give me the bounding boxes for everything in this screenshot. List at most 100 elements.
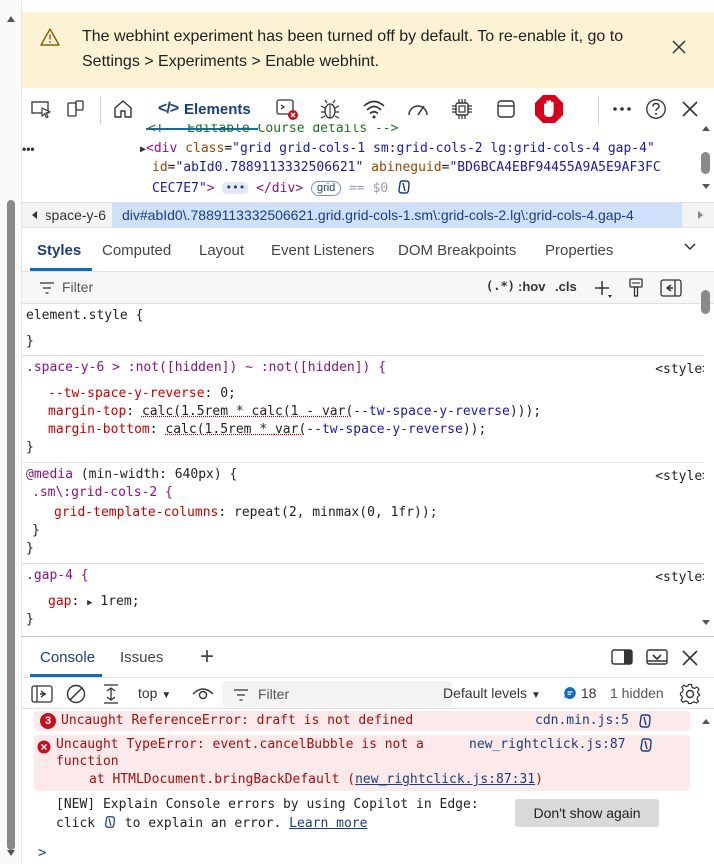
info-banner: The webhint experiment has been turned o… bbox=[22, 12, 714, 88]
log-levels-dropdown[interactable]: Default levels ▼ bbox=[443, 685, 541, 701]
expand-triangle-icon[interactable]: ▶ bbox=[87, 598, 92, 608]
declaration[interactable]: grid-template-columns: repeat(2, minmax(… bbox=[54, 505, 438, 520]
error-source-link[interactable]: cdn.min.js:5 bbox=[535, 713, 629, 728]
console-error-message[interactable]: Uncaught TypeError: event.cancelBubble i… bbox=[34, 735, 690, 791]
breadcrumb-right-arrow[interactable] bbox=[698, 211, 703, 219]
gear-icon[interactable] bbox=[679, 683, 701, 705]
rule-source-link[interactable]: <style> bbox=[655, 469, 704, 484]
dom-node-line-1[interactable]: ▶<div class="grid grid-cols-1 sm:grid-co… bbox=[140, 141, 655, 156]
console-prompt[interactable]: > bbox=[38, 845, 46, 861]
stack-trace-link[interactable]: new_rightclick.js:87:31 bbox=[355, 772, 535, 787]
wifi-icon[interactable] bbox=[361, 96, 387, 122]
inspect-icon[interactable] bbox=[28, 96, 54, 122]
dropdown-arrow-icon: ▼ bbox=[531, 690, 541, 701]
close-icon[interactable] bbox=[670, 38, 688, 56]
dom-scrollbar[interactable] bbox=[700, 126, 712, 196]
console-error-message[interactable]: 3 Uncaught ReferenceError: draft is not … bbox=[34, 711, 690, 731]
tab-dom-breakpoints[interactable]: DOM Breakpoints bbox=[398, 242, 516, 259]
dom-node-line-2[interactable]: id="abId0.7889113332506621" abineguid="B… bbox=[152, 160, 661, 175]
scroll-down-arrow[interactable] bbox=[7, 850, 15, 856]
breadcrumb-item-current[interactable]: div#abId0\.7889113332506621.grid.grid-co… bbox=[112, 203, 682, 227]
stack-trace: at HTMLDocument.bringBackDefault (new_ri… bbox=[89, 772, 543, 787]
close-drawer-icon[interactable] bbox=[681, 649, 699, 667]
application-icon[interactable] bbox=[493, 96, 519, 122]
scroll-up-arrow[interactable] bbox=[7, 16, 15, 22]
tab-layout[interactable]: Layout bbox=[199, 242, 244, 259]
collapsed-children[interactable]: ••• bbox=[222, 182, 248, 194]
clear-console-icon[interactable] bbox=[66, 684, 86, 704]
dom-tree[interactable]: <!-- Editable Course details --> ••• ▶<d… bbox=[22, 124, 714, 202]
banner-message: The webhint experiment has been turned o… bbox=[82, 24, 652, 74]
styles-filter-input[interactable]: Filter bbox=[62, 279, 93, 295]
console-sidebar-icon[interactable] bbox=[31, 685, 53, 703]
dont-show-again-button[interactable]: Don't show again bbox=[515, 799, 659, 827]
performance-icon[interactable] bbox=[405, 96, 431, 122]
copilot-icon[interactable] bbox=[396, 179, 412, 195]
dom-node-menu[interactable]: ••• bbox=[22, 142, 35, 156]
console-toolbar: top ▼ Filter Default levels ▼ 18 1 hidde… bbox=[22, 677, 714, 709]
breadcrumb-item-parent[interactable]: div.space-y-6 bbox=[46, 207, 106, 223]
tab-console[interactable]: Console bbox=[40, 649, 95, 666]
console-filter-input[interactable]: Filter bbox=[222, 681, 452, 707]
bug-icon[interactable] bbox=[317, 96, 343, 122]
tab-event-listeners[interactable]: Event Listeners bbox=[271, 242, 374, 259]
minimize-drawer-icon[interactable] bbox=[646, 649, 668, 665]
copilot-icon bbox=[103, 815, 117, 829]
rule-space-y-6: .space-y-6 > :not([hidden]) ~ :not([hidd… bbox=[22, 356, 704, 463]
console-error-icon[interactable] bbox=[274, 96, 300, 122]
memory-chip-icon[interactable] bbox=[449, 96, 475, 122]
rule-selector[interactable]: .gap-4 { bbox=[26, 568, 89, 583]
warning-icon bbox=[40, 28, 60, 46]
hov-toggle[interactable]: :hov bbox=[518, 279, 545, 294]
rule-element-style: element.style { } bbox=[22, 304, 704, 356]
new-rule-icon[interactable] bbox=[592, 278, 614, 300]
tab-issues[interactable]: Issues bbox=[120, 649, 163, 666]
issues-counter[interactable]: 18 bbox=[563, 685, 596, 701]
stop-hand-icon[interactable] bbox=[534, 94, 564, 124]
declaration[interactable]: margin-bottom: calc(1.5rem * var(--tw-sp… bbox=[48, 422, 486, 437]
breadcrumb: div.space-y-6 div#abId0\.788911333250662… bbox=[22, 202, 714, 228]
close-devtools-icon[interactable] bbox=[677, 96, 703, 122]
help-icon[interactable] bbox=[643, 96, 669, 122]
copilot-explain-icon[interactable] bbox=[637, 713, 653, 729]
styles-rules: element.style { } .space-y-6 > :not([hid… bbox=[22, 304, 704, 634]
device-emulation-icon[interactable] bbox=[62, 96, 88, 122]
message-icon bbox=[563, 686, 577, 700]
toggle-sidebar-icon[interactable] bbox=[660, 279, 682, 297]
page-scrollbar[interactable] bbox=[0, 0, 22, 864]
dom-node-line-3[interactable]: CEC7E7"> ••• </div> grid == $0 bbox=[152, 179, 412, 196]
dock-side-icon[interactable] bbox=[611, 649, 633, 665]
chevron-down-icon[interactable] bbox=[683, 242, 697, 252]
declaration[interactable]: gap: ▶ 1rem; bbox=[48, 594, 140, 609]
learn-more-link[interactable]: Learn more bbox=[289, 816, 367, 831]
console-drawer: Console Issues + top ▼ Filter Default le… bbox=[22, 636, 714, 864]
rule-selector[interactable]: .space-y-6 > :not([hidden]) ~ :not([hidd… bbox=[26, 360, 386, 375]
live-expression-eye-icon[interactable] bbox=[192, 687, 214, 701]
rule-gap-4: .gap-4 { <style> gap: ▶ 1rem; } bbox=[22, 564, 704, 634]
more-icon[interactable] bbox=[609, 96, 635, 122]
rule-source-link[interactable]: <style> bbox=[655, 570, 704, 585]
console-scrollbar[interactable] bbox=[700, 715, 712, 864]
grid-badge[interactable]: grid bbox=[311, 181, 341, 196]
tab-styles[interactable]: Styles bbox=[37, 242, 81, 259]
rule-source-link[interactable]: <style> bbox=[655, 362, 704, 377]
home-icon[interactable] bbox=[110, 96, 136, 122]
regex-toggle[interactable]: (.*) bbox=[486, 279, 515, 293]
copilot-explain-icon[interactable] bbox=[638, 737, 654, 753]
styles-scrollbar[interactable] bbox=[700, 290, 712, 630]
declaration[interactable]: --tw-space-y-reverse: 0; bbox=[48, 386, 236, 401]
tab-properties[interactable]: Properties bbox=[545, 242, 613, 259]
error-text-continued: function bbox=[56, 754, 119, 769]
cls-toggle[interactable]: .cls bbox=[555, 279, 577, 294]
paint-brush-icon[interactable] bbox=[628, 278, 644, 298]
declaration[interactable]: margin-top: calc(1.5rem * calc(1 - var(-… bbox=[48, 404, 541, 419]
rule-selector[interactable]: .sm\:grid-cols-2 { bbox=[32, 485, 173, 500]
elements-code-icon: </> bbox=[158, 100, 178, 118]
expand-collapse-icon[interactable] bbox=[102, 684, 120, 704]
tab-computed[interactable]: Computed bbox=[102, 242, 171, 259]
error-source-link[interactable]: new_rightclick.js:87 bbox=[469, 737, 626, 752]
scrollbar-thumb[interactable] bbox=[7, 200, 15, 850]
context-selector[interactable]: top ▼ bbox=[138, 685, 171, 701]
breadcrumb-left-arrow[interactable] bbox=[32, 211, 37, 219]
add-tab-button[interactable]: + bbox=[200, 643, 214, 671]
